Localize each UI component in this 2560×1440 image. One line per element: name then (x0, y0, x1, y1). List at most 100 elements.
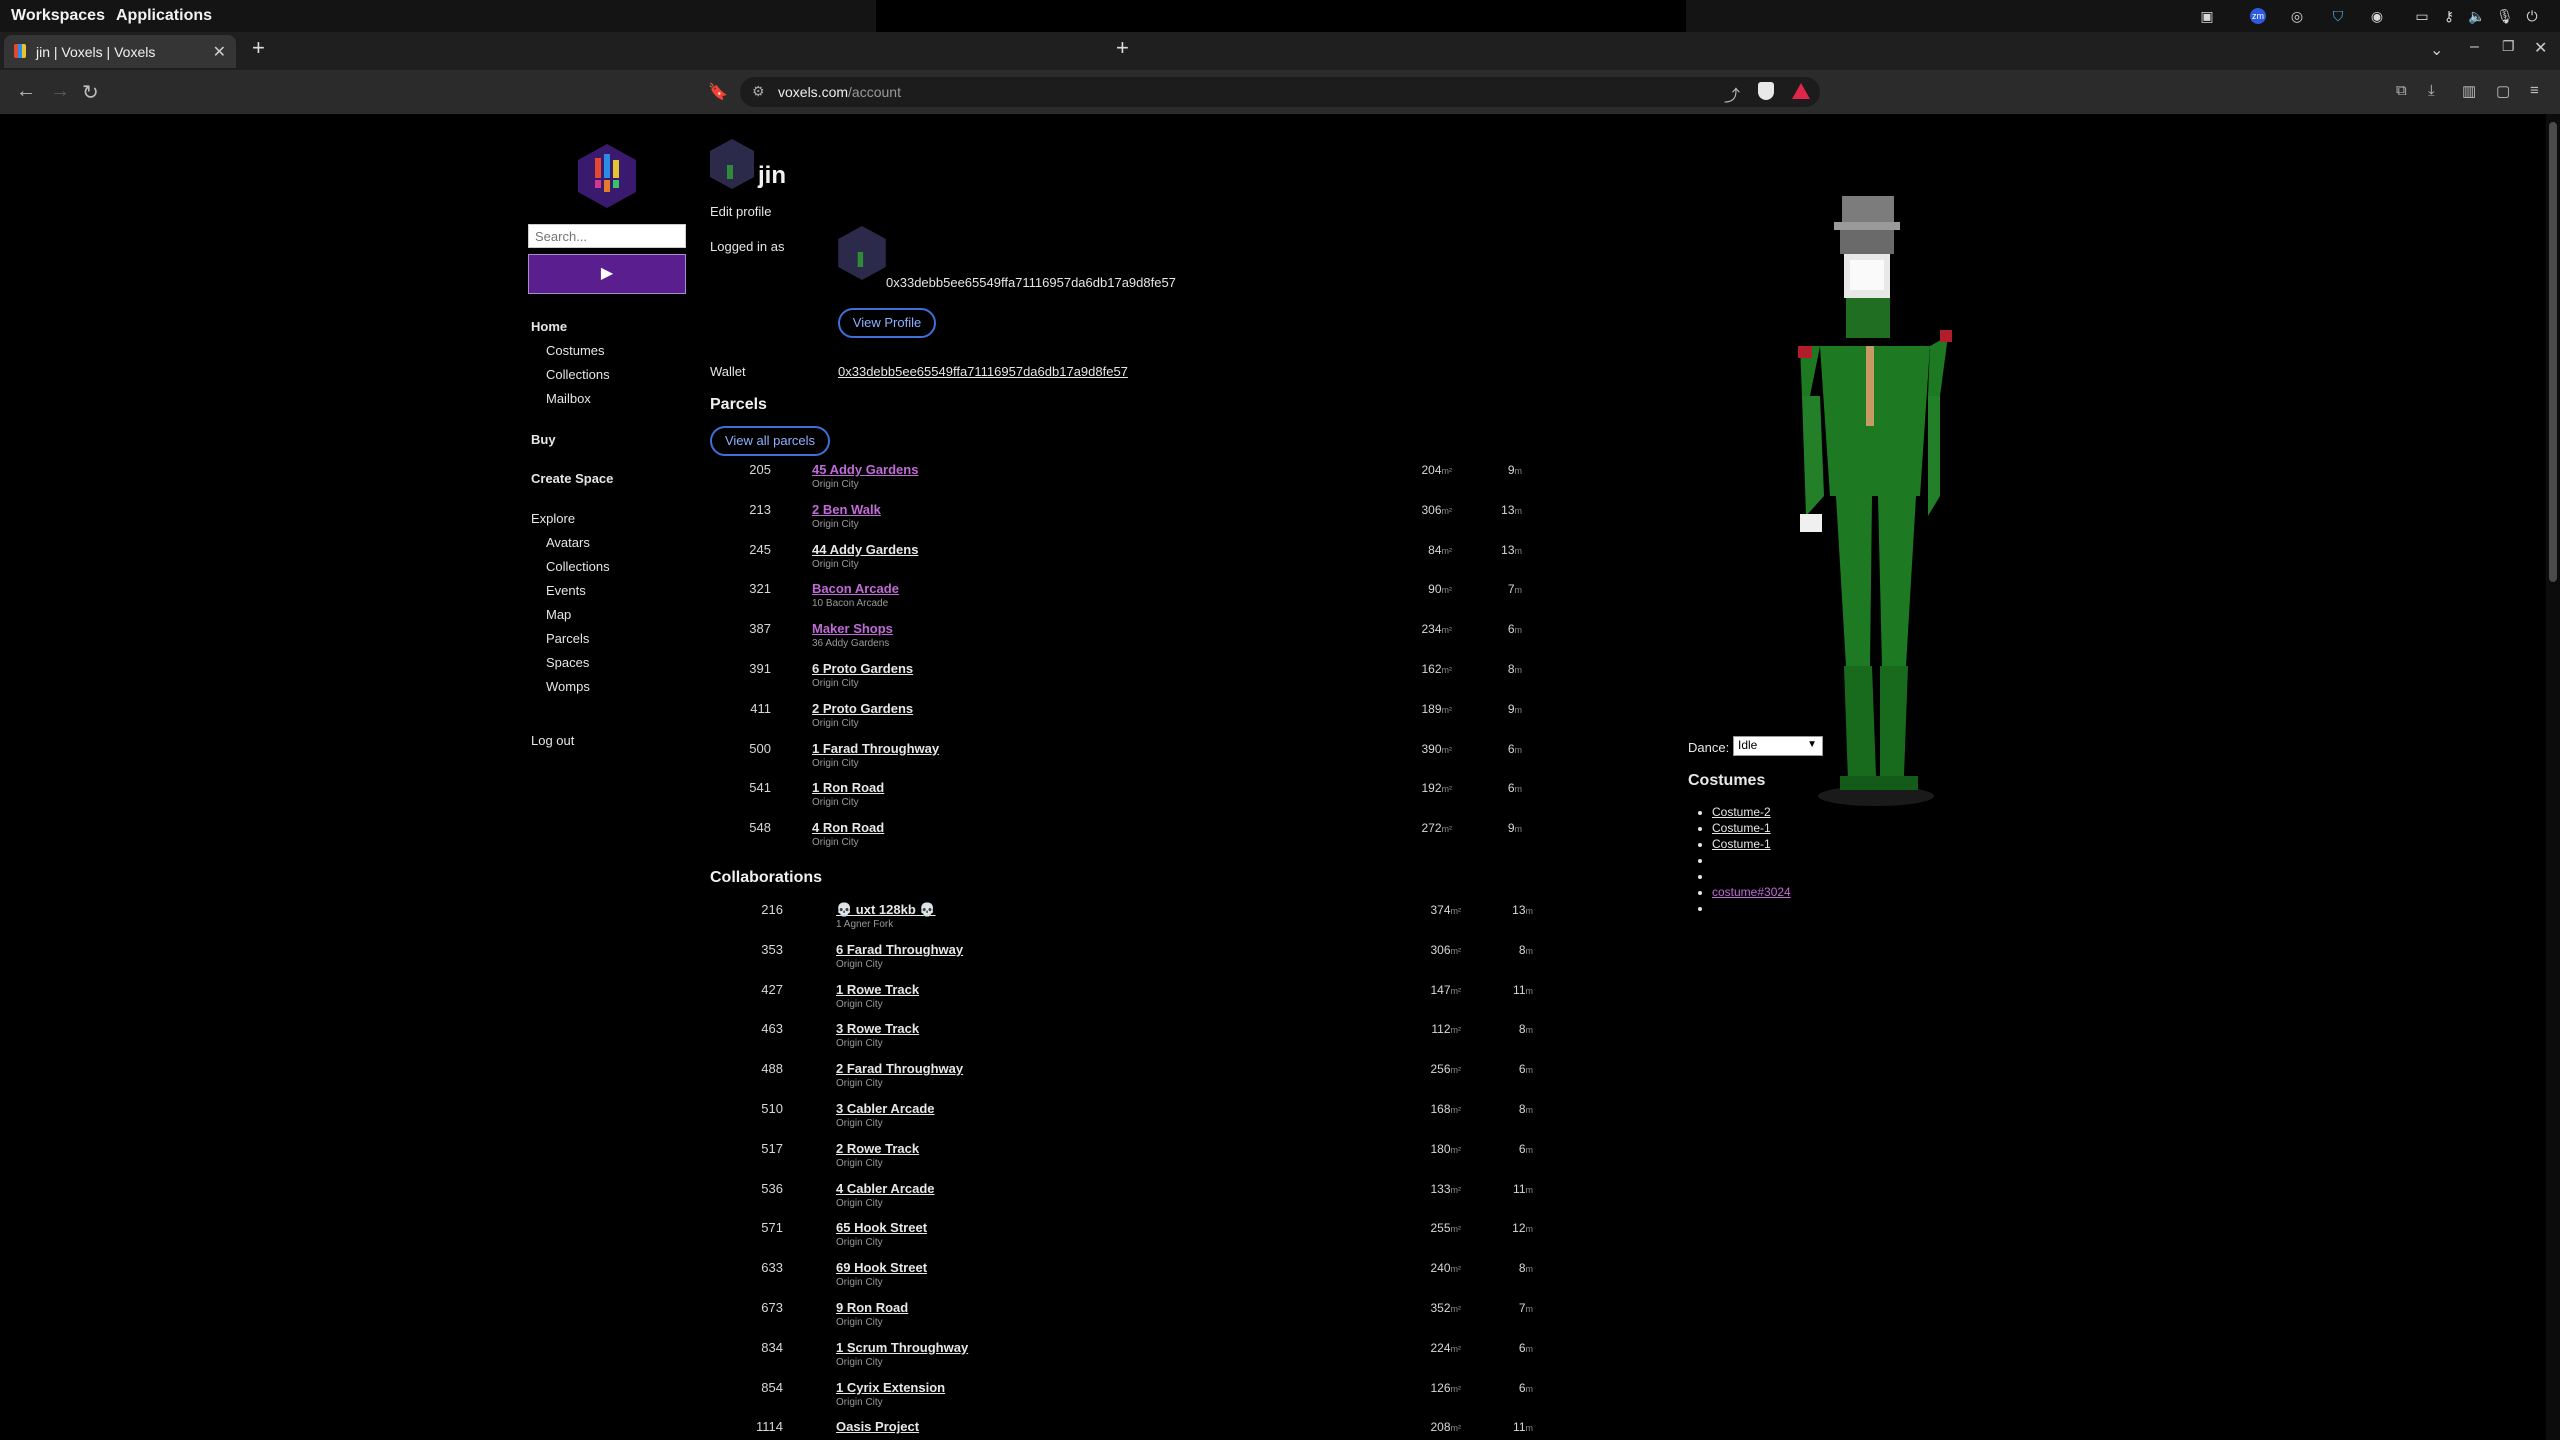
nav-explore-collections[interactable]: Collections (546, 559, 610, 574)
nav-costumes[interactable]: Costumes (546, 343, 605, 358)
scrollbar-thumb[interactable] (2549, 122, 2557, 582)
parcel-name-link[interactable]: Bacon Arcade (812, 581, 899, 596)
key-icon[interactable]: ⚷ (2441, 8, 2457, 24)
parcel-name-link[interactable]: 3 Rowe Track (836, 1021, 919, 1036)
parcel-name-link[interactable]: 65 Hook Street (836, 1220, 927, 1235)
nav-avatars[interactable]: Avatars (546, 535, 590, 550)
forward-icon[interactable]: → (50, 80, 70, 103)
maximize-icon[interactable]: ❐ (2502, 38, 2515, 55)
nav-logout[interactable]: Log out (531, 733, 574, 748)
nav-buy[interactable]: Buy (531, 432, 556, 447)
parcel-name-link[interactable]: 4 Cabler Arcade (836, 1181, 935, 1196)
parcel-name-link[interactable]: 2 Proto Gardens (812, 701, 913, 716)
parcel-name-link[interactable]: 2 Farad Throughway (836, 1061, 963, 1076)
parcel-name-link[interactable]: 45 Addy Gardens (812, 462, 918, 477)
nav-parcels[interactable]: Parcels (546, 631, 589, 646)
parcel-id: 834 (761, 1339, 783, 1355)
list-item: 536 4 Cabler Arcade Origin City 133m² 11m (710, 1179, 1610, 1219)
collaborations-heading: Collaborations (710, 869, 823, 886)
nav-spaces[interactable]: Spaces (546, 655, 589, 670)
search-input[interactable] (528, 224, 686, 248)
parcel-name-link[interactable]: 3 Cabler Arcade (836, 1101, 935, 1116)
sidebar-toggle-icon[interactable]: ▥ (2462, 82, 2476, 100)
parcel-name-link[interactable]: 1 Farad Throughway (812, 741, 939, 756)
page-scrollbar[interactable] (2546, 114, 2560, 1440)
dance-select[interactable]: Idle ▼ (1733, 736, 1823, 756)
power-icon[interactable]: ⏻ (2524, 8, 2540, 24)
parcel-name-link[interactable]: 2 Rowe Track (836, 1141, 919, 1156)
play-button[interactable]: ▶ (528, 254, 686, 294)
parcel-name-link[interactable]: 2 Ben Walk (812, 502, 881, 517)
parcel-name-link[interactable]: 6 Proto Gardens (812, 661, 913, 676)
tab-active[interactable]: jin | Voxels | Voxels ✕ (4, 35, 236, 68)
list-item: 411 2 Proto Gardens Origin City 189m² 9m (710, 699, 1610, 739)
back-icon[interactable]: ← (16, 80, 36, 103)
voxels-logo-icon[interactable] (578, 144, 636, 208)
parcel-name-link[interactable]: 1 Cyrix Extension (836, 1380, 945, 1395)
share-icon[interactable]: ⤴ (1724, 82, 1740, 106)
bookmark-icon[interactable]: 🔖 (708, 82, 728, 102)
parcel-name-link[interactable]: 1 Ron Road (812, 780, 884, 795)
view-profile-button[interactable]: View Profile (838, 308, 936, 338)
parcel-id: 353 (761, 941, 783, 957)
parcel-area: 224m² (1430, 1340, 1461, 1355)
workspaces-menu[interactable]: Workspaces (11, 7, 105, 25)
parcel-name-link[interactable]: 44 Addy Gardens (812, 542, 918, 557)
steam-icon[interactable]: ◎ (2289, 8, 2305, 24)
mic-icon[interactable]: 🎙 (2496, 8, 2514, 24)
parcel-name-link[interactable]: 9 Ron Road (836, 1300, 908, 1315)
view-all-parcels-button[interactable]: View all parcels (710, 426, 830, 456)
costume-link[interactable]: Costume-1 (1712, 837, 1771, 851)
new-tab-icon[interactable]: + (252, 35, 265, 61)
parcel-location: 36 Addy Gardens (812, 638, 890, 650)
menu-icon[interactable]: ≡ (2530, 82, 2539, 99)
display-icon[interactable]: ▭ (2414, 8, 2430, 24)
zoom-icon[interactable]: zm (2250, 8, 2266, 24)
url-bar[interactable]: ⚙ voxels.com/account ⤴ (740, 77, 1820, 107)
parcel-location: Origin City (836, 1356, 883, 1368)
os-top-bar: Workspaces Applications ▣ zm ◎ ⛉ ◉ ▭ ⚷ 🔈… (0, 0, 2560, 32)
costume-link[interactable]: costume#3024 (1712, 885, 1791, 899)
wallet-address-link[interactable]: 0x33debb5ee65549ffa71116957da6db17a9d8fe… (838, 364, 1128, 379)
brave-shield-icon[interactable] (1758, 82, 1774, 100)
parcel-name-link[interactable]: Maker Shops (812, 621, 893, 636)
parcel-name-link[interactable]: 1 Scrum Throughway (836, 1340, 968, 1355)
parcel-location: Origin City (836, 1277, 883, 1289)
nav-events[interactable]: Events (546, 583, 586, 598)
parcel-location: Origin City (812, 837, 859, 849)
wallet-icon[interactable]: ▢ (2496, 82, 2510, 100)
downloads-icon[interactable]: ⤓ (2428, 82, 2435, 99)
applications-menu[interactable]: Applications (116, 7, 212, 25)
vpn-icon[interactable]: ⛉ (2330, 8, 2346, 24)
brave-rewards-icon[interactable] (1792, 83, 1810, 99)
parcel-name-link[interactable]: 69 Hook Street (836, 1260, 927, 1275)
new-tab-center-icon[interactable]: + (1116, 35, 1129, 61)
discord-icon[interactable]: ◉ (2369, 8, 2385, 24)
nav-map[interactable]: Map (546, 607, 571, 622)
parcel-name-link[interactable]: 1 Rowe Track (836, 982, 919, 997)
nav-home[interactable]: Home (531, 319, 567, 334)
nav-explore[interactable]: Explore (531, 511, 575, 526)
nav-womps[interactable]: Womps (546, 679, 590, 694)
parcel-name-link[interactable]: 💀 uxt 128kb 💀 (836, 902, 936, 918)
parcel-name-link[interactable]: 6 Farad Throughway (836, 942, 963, 957)
nav-collections[interactable]: Collections (546, 367, 610, 382)
extensions-icon[interactable]: ⧉ (2396, 82, 2407, 99)
minimize-icon[interactable]: – (2470, 38, 2479, 56)
nav-mailbox[interactable]: Mailbox (546, 391, 591, 406)
edit-profile-link[interactable]: Edit profile (710, 204, 771, 219)
close-tab-icon[interactable]: ✕ (213, 42, 226, 62)
nav-create-space[interactable]: Create Space (531, 471, 613, 486)
costume-link[interactable]: Costume-1 (1712, 821, 1771, 835)
parcel-location: 1 Agner Fork (836, 919, 894, 930)
volume-icon[interactable]: 🔈 (2468, 8, 2485, 24)
tab-list-chevron-icon[interactable]: ⌄ (2430, 40, 2443, 60)
dropbox-icon[interactable]: ▣ (2199, 8, 2215, 24)
site-info-icon[interactable]: ⚙ (752, 83, 765, 100)
parcel-name-link[interactable]: 4 Ron Road (812, 820, 884, 835)
avatar-3d-figure[interactable] (1780, 196, 1960, 816)
close-window-icon[interactable]: ✕ (2534, 38, 2547, 58)
reload-icon[interactable]: ↻ (82, 80, 99, 105)
parcel-name-link[interactable]: Oasis Project (836, 1419, 919, 1434)
costume-link[interactable]: Costume-2 (1712, 805, 1771, 819)
